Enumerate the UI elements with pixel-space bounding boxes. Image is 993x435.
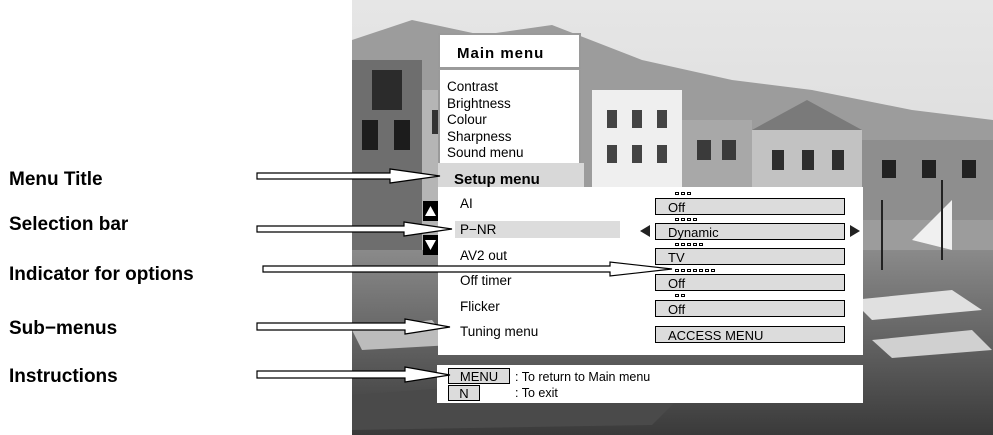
callout-arrow-sub-menus <box>256 318 451 335</box>
callout-arrow-menu-title <box>256 168 441 184</box>
callout-arrow-selection-bar <box>256 221 453 237</box>
callout-arrow-instructions <box>256 366 451 383</box>
callout-arrows <box>256 168 673 383</box>
callout-arrow-indicator <box>262 261 673 277</box>
